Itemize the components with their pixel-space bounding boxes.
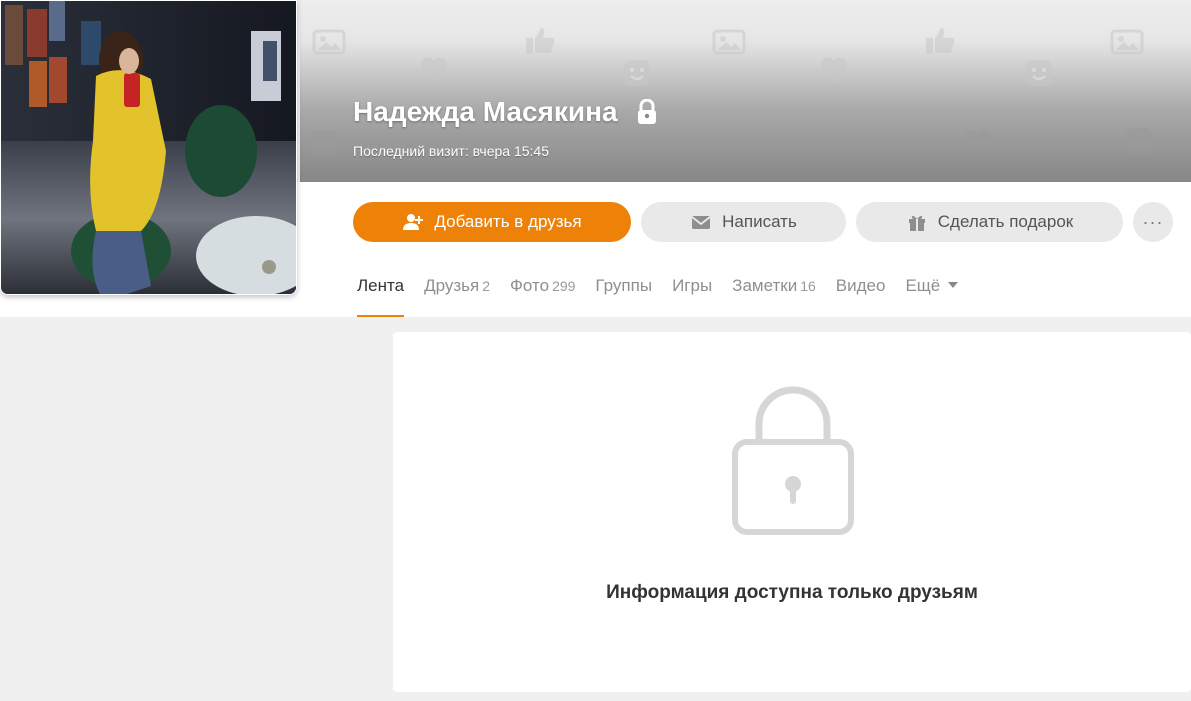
last-visit: Последний визит: вчера 15:45 [353, 143, 549, 159]
tab-photos[interactable]: Фото 299 [510, 276, 575, 317]
smile-pattern-icon [1026, 60, 1052, 86]
send-message-label: Написать [722, 212, 797, 231]
tab-feed[interactable]: Лента [357, 276, 405, 317]
photo-pattern-icon [312, 29, 346, 55]
tab-label: Игры [672, 276, 713, 295]
more-actions-button[interactable]: ··· [1133, 202, 1173, 242]
heart-pattern-icon [820, 57, 848, 82]
add-friend-label: Добавить в друзья [434, 212, 582, 231]
tab-games[interactable]: Игры [672, 276, 712, 317]
gift-icon [908, 215, 925, 231]
tab-label: Группы [595, 276, 653, 295]
thumb-pattern-icon [926, 28, 955, 54]
smile-pattern-icon [624, 60, 650, 86]
tab-count: 2 [482, 278, 490, 294]
tab-friends[interactable]: Друзья 2 [424, 276, 490, 317]
more-actions-icon: ··· [1142, 211, 1164, 232]
envelope-icon [691, 216, 711, 229]
tab-label: Фото [510, 276, 550, 295]
tab-label: Ещё [905, 276, 941, 295]
profile-name: Надежда Масякина [353, 96, 618, 127]
photo-pattern-icon [712, 29, 746, 55]
add-friend-button[interactable]: Добавить в друзья [353, 202, 631, 242]
profile-name-row: Надежда Масякина [353, 96, 658, 128]
smile-pattern-icon [310, 130, 336, 156]
chevron-down-icon [948, 281, 959, 288]
private-profile-card: Информация доступна только друзьям [393, 332, 1191, 692]
heart-pattern-icon [420, 57, 448, 82]
photo-pattern-icon [1110, 29, 1144, 55]
avatar-photo [1, 1, 296, 294]
private-notice: Информация доступна только друзьям [606, 582, 978, 603]
tab-video[interactable]: Видео [836, 276, 886, 317]
tab-count: 16 [800, 278, 816, 294]
tab-groups[interactable]: Группы [595, 276, 652, 317]
lock-icon [637, 99, 656, 124]
profile-tabs: Лента Друзья 2 Фото 299 Группы Игры Заметк… [357, 276, 978, 317]
tab-count: 299 [552, 278, 576, 294]
make-gift-label: Сделать подарок [937, 212, 1074, 231]
tab-label: Видео [835, 276, 886, 295]
tab-notes[interactable]: Заметки 16 [732, 276, 816, 317]
make-gift-button[interactable]: Сделать подарок [856, 202, 1123, 242]
add-user-icon [403, 214, 424, 230]
tab-label: Друзья [424, 276, 480, 295]
tab-label: Лента [357, 276, 405, 295]
heart-pattern-icon [964, 129, 992, 154]
tab-more[interactable]: Ещё [905, 276, 959, 317]
send-message-button[interactable]: Написать [641, 202, 846, 242]
thumb-pattern-icon [526, 28, 555, 54]
lock-icon [732, 386, 854, 535]
tab-label: Заметки [732, 276, 798, 295]
avatar[interactable] [0, 0, 297, 295]
smile-pattern-icon [1126, 128, 1152, 154]
